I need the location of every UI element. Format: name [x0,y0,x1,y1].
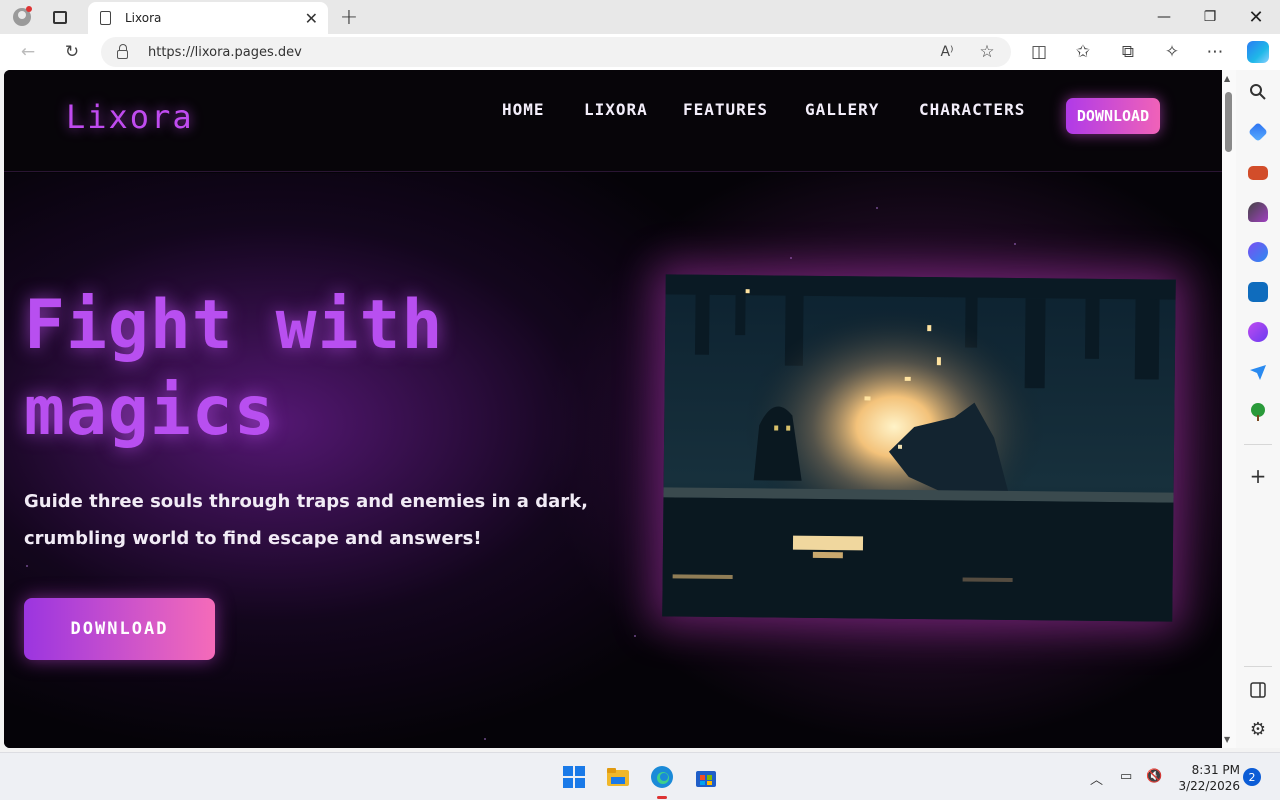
extensions-icon[interactable]: ✧ [1157,34,1187,70]
tab-title: Lixora [125,11,162,25]
scrollbar-thumb[interactable] [1225,92,1232,152]
add-icon[interactable]: + [1248,466,1268,486]
browser-tab[interactable]: Lixora ✕ [88,2,328,34]
star-particle [1014,243,1016,245]
active-app-indicator [657,796,667,799]
tree-icon[interactable] [1248,402,1268,422]
nav-link-gallery[interactable]: GALLERY [805,100,879,119]
profile-icon[interactable] [8,0,36,34]
nav-link-lixora[interactable]: LIXORA [584,100,648,119]
star-particle [790,257,792,259]
page-scrollbar[interactable]: ▲ ▼ [1222,70,1236,748]
reload-icon[interactable]: ↻ [57,34,87,70]
hero-title-line: Fight with [24,286,444,365]
site-logo[interactable]: Lixora [66,98,194,136]
address-toolbar: ← ↻ https://lixora.pages.dev A⁾ ☆ ◫ ✩ ⧉ … [0,34,1280,70]
notification-badge[interactable]: 2 [1243,768,1261,786]
tray-chevron-icon[interactable]: ︿ [1090,769,1103,788]
file-explorer-icon[interactable] [606,765,630,789]
edge-browser-icon[interactable] [650,765,674,789]
star-particle [634,635,636,637]
nav-download-button[interactable]: DOWNLOAD [1066,98,1160,134]
outlook-icon[interactable] [1248,282,1268,302]
clock-time: 8:31 PM [1191,763,1240,777]
hero-title: Fight with magics [24,283,624,455]
hero-download-button[interactable]: DOWNLOAD [24,598,215,660]
favorite-star-icon[interactable]: ☆ [972,34,1002,70]
tab-actions-icon[interactable] [46,0,74,34]
clock-date: 3/22/2026 [1178,779,1240,793]
lock-icon[interactable] [117,43,128,59]
more-options-icon[interactable]: ⋯ [1200,34,1230,70]
sidebar-divider [1244,666,1272,667]
star-particle [876,207,878,209]
settings-gear-icon[interactable]: ⚙ [1248,720,1268,740]
back-icon[interactable]: ← [13,34,43,70]
scroll-up-arrow-icon[interactable]: ▲ [1224,74,1230,83]
search-icon[interactable] [1248,82,1268,102]
games-icon[interactable] [1248,202,1268,222]
hero-section: Fight with magics Guide three souls thro… [4,173,1222,748]
microsoft-365-icon[interactable] [1248,242,1268,262]
star-particle [484,738,486,740]
sidebar-divider [1244,444,1272,445]
hero-subtitle: Guide three souls through traps and enem… [24,483,624,557]
hero-subtitle-line: crumbling world to find escape and answe… [24,528,482,549]
hero-title-line: magics [24,372,276,451]
scroll-down-arrow-icon[interactable]: ▼ [1224,735,1230,744]
microsoft-store-icon[interactable] [694,765,718,789]
address-bar[interactable]: https://lixora.pages.dev [101,37,1011,67]
copilot-icon[interactable] [1243,34,1273,70]
nav-link-features[interactable]: FEATURES [683,100,768,119]
star-particle [26,565,28,567]
pixel-art-scene [662,274,1176,622]
shopping-icon[interactable] [1248,122,1268,142]
tools-icon[interactable] [1248,166,1268,180]
hero-subtitle-line: Guide three souls through traps and enem… [24,491,588,512]
page-viewport: Lixora HOME LIXORA FEATURES GALLERY CHAR… [4,70,1222,748]
tab-strip: Lixora ✕ + — ❐ ✕ [0,0,1280,34]
send-icon[interactable] [1248,362,1268,382]
collections-icon[interactable]: ⧉ [1113,34,1143,70]
read-aloud-icon[interactable]: A⁾ [932,34,962,70]
hero-game-screenshot [662,274,1176,622]
edge-sidebar: + ⚙ [1236,70,1280,748]
new-tab-icon[interactable]: + [336,0,362,34]
url-text[interactable]: https://lixora.pages.dev [148,45,302,60]
close-window-button[interactable]: ✕ [1233,0,1279,34]
volume-muted-icon[interactable]: 🔇 [1146,769,1162,784]
designer-icon[interactable] [1248,322,1268,342]
sidebar-toggle-icon[interactable] [1248,680,1268,700]
nav-link-characters[interactable]: CHARACTERS [919,100,1025,119]
site-header: Lixora HOME LIXORA FEATURES GALLERY CHAR… [4,70,1222,172]
page-icon [100,11,111,25]
favorites-icon[interactable]: ✩ [1068,34,1098,70]
restore-button[interactable]: ❐ [1187,0,1233,34]
minimize-button[interactable]: — [1141,0,1187,34]
nav-link-home[interactable]: HOME [502,100,545,119]
windows-taskbar: ︿ ▭ 🔇 8:31 PM 3/22/2026 2 [0,752,1280,800]
windows-start-icon[interactable] [562,765,586,789]
split-screen-icon[interactable]: ◫ [1024,34,1054,70]
close-tab-icon[interactable]: ✕ [305,9,318,28]
system-clock[interactable]: 8:31 PM 3/22/2026 [1170,762,1240,794]
network-icon[interactable]: ▭ [1120,769,1132,784]
